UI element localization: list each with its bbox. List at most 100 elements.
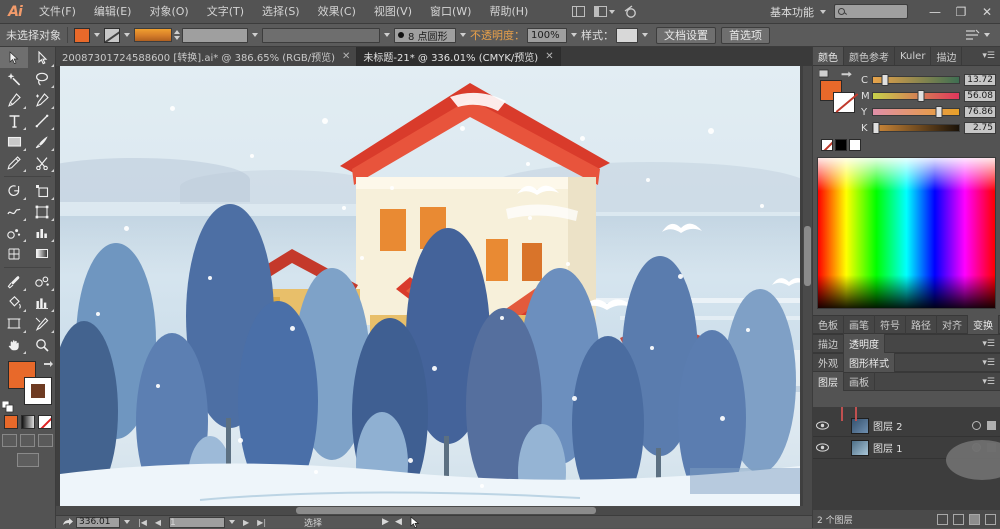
next-artboard-icon[interactable]: ▶: [243, 518, 249, 527]
arrange-documents-icon[interactable]: [567, 2, 589, 22]
chevron-down-icon[interactable]: [124, 33, 130, 37]
tab-stroke[interactable]: 描边: [931, 47, 963, 65]
create-layer-icon[interactable]: [969, 513, 980, 525]
lasso-tool[interactable]: [28, 68, 56, 89]
slider-value-k[interactable]: 2.75: [964, 122, 996, 134]
tab-kuler[interactable]: Kuler: [895, 47, 932, 65]
stroke-color-box[interactable]: [24, 377, 52, 405]
paintbrush-tool[interactable]: [28, 131, 56, 152]
white-swatch-icon[interactable]: [849, 139, 861, 151]
fill-swatch[interactable]: [74, 27, 90, 43]
last-artboard-icon[interactable]: ▶|: [257, 518, 266, 527]
eyedropper-tool[interactable]: [0, 271, 28, 292]
slider-track-m[interactable]: [872, 90, 960, 102]
tab-graphic-styles[interactable]: 图形样式: [844, 353, 895, 372]
workspace-switcher[interactable]: 基本功能: [766, 4, 912, 20]
delete-layer-icon[interactable]: [985, 513, 996, 525]
symbol-sprayer-tool[interactable]: [0, 222, 28, 243]
chevron-down-icon[interactable]: [642, 33, 648, 37]
slider-track-k[interactable]: [872, 122, 960, 134]
color-panel-stroke[interactable]: [833, 92, 855, 113]
scissors-tool[interactable]: [28, 152, 56, 173]
canvas-horizontal-scrollbar[interactable]: [56, 506, 803, 515]
close-icon[interactable]: ✕: [342, 51, 350, 62]
document-tab-1[interactable]: 20087301724588600 [转换].ai* @ 386.65% (RG…: [56, 47, 358, 66]
panel-menu-icon[interactable]: ▾☰: [977, 339, 1000, 349]
chevron-down-icon[interactable]: [384, 33, 390, 37]
stroke-profile-field[interactable]: [262, 27, 380, 43]
chevron-down-icon[interactable]: [124, 520, 130, 524]
rectangle-tool[interactable]: [0, 131, 28, 152]
document-setup-button[interactable]: 文档设置: [656, 26, 716, 44]
live-paint-bucket-tool[interactable]: [0, 292, 28, 313]
menu-effect[interactable]: 效果(C): [309, 0, 365, 24]
zoom-level-field[interactable]: 336.01: [76, 516, 120, 528]
panel-menu-icon[interactable]: ▾☰: [977, 47, 1000, 65]
draw-inside-icon[interactable]: [38, 434, 53, 447]
direct-selection-tool[interactable]: [28, 47, 56, 68]
tab-align[interactable]: 对齐: [937, 315, 968, 334]
tab-color[interactable]: 颜色: [813, 47, 844, 65]
menu-view[interactable]: 视图(V): [365, 0, 421, 24]
slider-track-c[interactable]: [872, 74, 960, 86]
slider-track-y[interactable]: [872, 106, 960, 118]
slider-value-m[interactable]: 56.08: [964, 90, 996, 102]
column-graph-tool-2[interactable]: [28, 292, 56, 313]
none-mode-icon[interactable]: [37, 415, 52, 429]
artboard-tool[interactable]: [0, 313, 28, 334]
gradient-tool[interactable]: [28, 243, 56, 264]
close-button[interactable]: ✕: [974, 1, 1000, 23]
artboard-illustration[interactable]: [60, 66, 800, 510]
restore-button[interactable]: ❐: [948, 1, 974, 23]
column-graph-tool[interactable]: [28, 222, 56, 243]
visibility-icon[interactable]: [813, 443, 831, 452]
panel-menu-icon[interactable]: ▾☰: [977, 377, 1000, 387]
first-artboard-icon[interactable]: |◀: [138, 518, 147, 527]
opacity-field[interactable]: 100%: [527, 27, 567, 43]
pen-tool[interactable]: [0, 89, 28, 110]
menu-type[interactable]: 文字(T): [198, 0, 253, 24]
artboard-number-field[interactable]: 1: [169, 516, 226, 528]
share-icon[interactable]: [62, 517, 74, 527]
menu-file[interactable]: 文件(F): [30, 0, 85, 24]
chevron-down-icon[interactable]: [252, 33, 258, 37]
tab-transparency[interactable]: 透明度: [844, 334, 885, 353]
draw-behind-icon[interactable]: [20, 434, 35, 447]
swap-fill-stroke-icon[interactable]: [42, 359, 54, 371]
bridge-icon[interactable]: [619, 2, 641, 22]
menu-object[interactable]: 对象(O): [140, 0, 197, 24]
swap-colors-icon[interactable]: [839, 69, 855, 79]
search-input[interactable]: [834, 4, 908, 19]
tab-brushes[interactable]: 画笔: [844, 315, 875, 334]
minimize-button[interactable]: —: [922, 1, 948, 23]
stroke-profile-preview[interactable]: [134, 28, 172, 42]
none-swatch-icon[interactable]: [821, 139, 833, 151]
selection-tool[interactable]: [0, 47, 28, 68]
slice-tool[interactable]: [28, 313, 56, 334]
tab-stroke-panel[interactable]: 描边: [813, 334, 844, 353]
canvas-area[interactable]: [56, 66, 812, 515]
scrollbar-thumb[interactable]: [296, 507, 596, 514]
scrollbar-thumb[interactable]: [804, 226, 811, 286]
status-scroll-left-icon[interactable]: ◀: [395, 517, 402, 527]
color-mode-icon[interactable]: [3, 415, 18, 429]
stroke-swatch[interactable]: [104, 27, 120, 43]
tab-appearance[interactable]: 外观: [813, 353, 844, 372]
zoom-tool[interactable]: [28, 334, 56, 355]
slider-value-y[interactable]: 76.86: [964, 106, 996, 118]
panel-menu-icon[interactable]: ▾☰: [977, 358, 1000, 368]
tab-symbols[interactable]: 符号: [875, 315, 906, 334]
type-tool[interactable]: [0, 110, 28, 131]
align-icon[interactable]: [965, 29, 980, 41]
canvas-vertical-scrollbar[interactable]: [803, 66, 812, 515]
tab-artboards[interactable]: 画板: [844, 372, 875, 391]
make-clipping-mask-icon[interactable]: [937, 513, 948, 525]
chevron-down-icon[interactable]: [984, 33, 990, 37]
stroke-weight-stepper[interactable]: [174, 29, 180, 41]
free-transform-tool[interactable]: [28, 201, 56, 222]
black-swatch-icon[interactable]: [835, 139, 847, 151]
tab-transform[interactable]: 变换: [968, 315, 999, 334]
create-sublayer-icon[interactable]: [953, 513, 964, 525]
menu-window[interactable]: 窗口(W): [421, 0, 480, 24]
draw-normal-icon[interactable]: [2, 434, 17, 447]
